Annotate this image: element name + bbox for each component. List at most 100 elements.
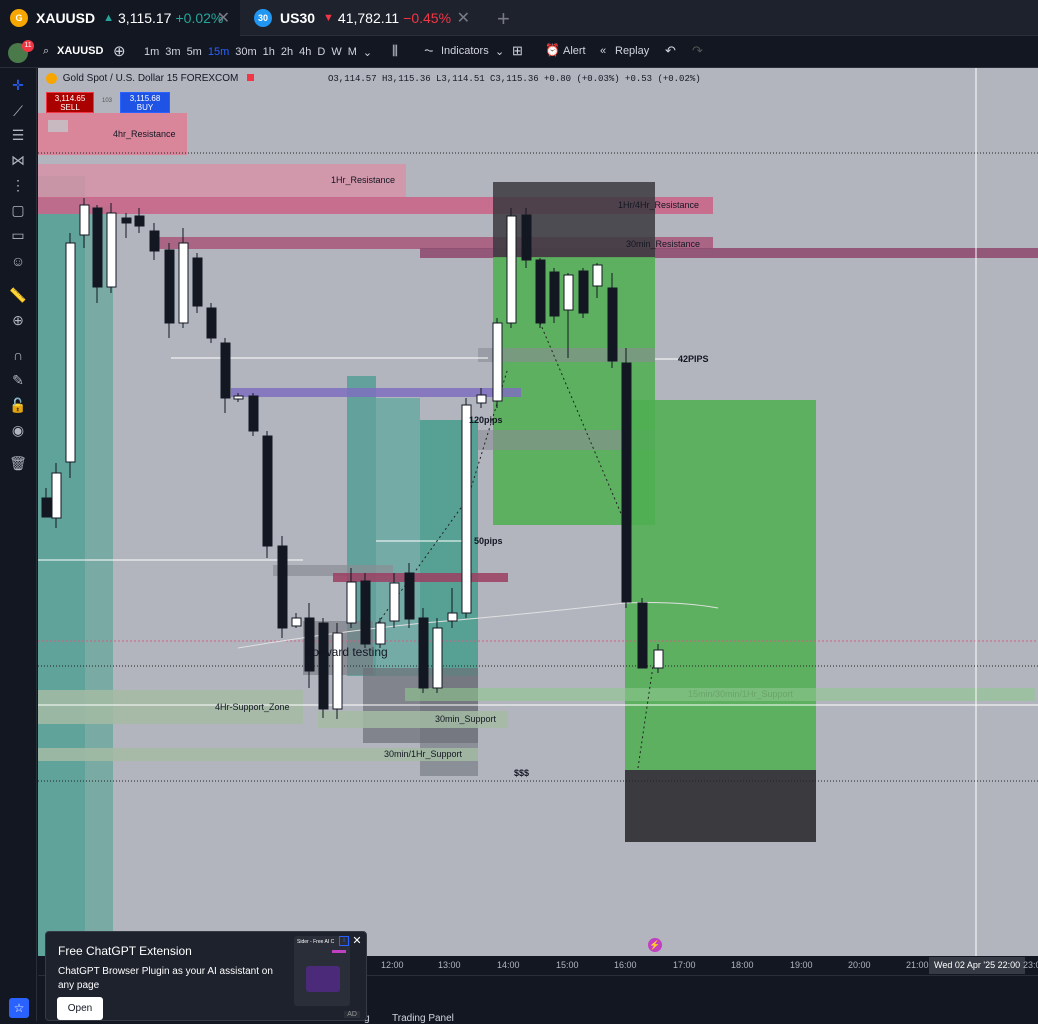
spread-value: 103 xyxy=(102,98,113,104)
forecast-icon[interactable]: ⋮ xyxy=(9,176,27,194)
interval-m[interactable]: M xyxy=(348,46,357,59)
zoom-icon[interactable]: ⊕ xyxy=(9,311,27,329)
tab-price: 41,782.11 xyxy=(337,10,400,26)
label-forward-testing: Forward testing xyxy=(305,645,388,659)
candle-body xyxy=(318,622,329,710)
candle-body xyxy=(375,622,386,645)
lightning-icon[interactable]: ⚡ xyxy=(648,938,662,952)
candle-body xyxy=(653,649,664,669)
fib-icon[interactable]: ☰ xyxy=(9,126,27,144)
compare-icon[interactable]: ⊕ xyxy=(113,42,126,60)
label-50pips: 50pips xyxy=(474,536,503,546)
replay-button[interactable]: Replay xyxy=(615,45,649,57)
trend-line-icon[interactable]: ⟋ xyxy=(9,102,27,120)
redo-icon[interactable]: ↷ xyxy=(692,43,703,59)
label-30min-support: 30min_Support xyxy=(435,714,497,724)
candle-type-icon[interactable]: ⫼ xyxy=(392,43,398,59)
crosshair-time-label: Wed 02 Apr '25 22:00 xyxy=(929,957,1026,974)
chart-area[interactable]: Gold Spot / U.S. Dollar 15 FOREXCOM O3,1… xyxy=(38,68,1038,956)
alert-icon[interactable]: ⏰ xyxy=(545,43,560,57)
ad-image-accent xyxy=(332,950,346,953)
zone-maroon xyxy=(333,573,508,582)
shapes-icon[interactable]: ▢ xyxy=(9,201,27,219)
indicators-icon[interactable]: ⏦ xyxy=(424,43,434,58)
alert-button[interactable]: Alert xyxy=(563,45,586,57)
interval-30m[interactable]: 30m xyxy=(235,46,256,59)
ad-image[interactable]: Sider - Free AI C xyxy=(294,936,350,1006)
time-label: 20:00 xyxy=(848,960,871,970)
ad-image-graphic xyxy=(306,966,340,992)
trash-icon[interactable]: 🗑 xyxy=(9,454,27,472)
label-4hr-support: 4Hr-Support_Zone xyxy=(215,702,290,712)
magnet-icon[interactable]: ∩ xyxy=(9,346,27,364)
interval-15m[interactable]: 15m xyxy=(208,46,229,59)
zone-tag xyxy=(48,120,68,132)
symbol-search[interactable]: XAUUSD xyxy=(57,45,103,57)
replay-icon[interactable]: « xyxy=(600,45,606,57)
candle-body xyxy=(563,274,574,311)
interval-2h[interactable]: 2h xyxy=(281,46,293,59)
chevron-down-icon[interactable]: ⌄ xyxy=(363,46,372,59)
buy-button[interactable]: 3,115.68 BUY xyxy=(120,92,170,113)
time-label: 15:00 xyxy=(556,960,579,970)
text-icon[interactable]: ▭ xyxy=(9,226,27,244)
crosshair-icon[interactable]: ✛ xyxy=(9,76,27,94)
close-icon[interactable]: ✕ xyxy=(351,935,363,947)
interval-3m[interactable]: 3m xyxy=(165,46,180,59)
emoji-icon[interactable]: ☺ xyxy=(9,252,27,270)
label-1hr4hr-resistance: 1Hr/4Hr_Resistance xyxy=(618,200,700,210)
interval-4h[interactable]: 4h xyxy=(299,46,311,59)
candle-body xyxy=(41,497,52,518)
candle-body xyxy=(360,580,371,645)
time-label: 21:00 xyxy=(906,960,929,970)
candle-body xyxy=(476,394,487,404)
grey-box-1 xyxy=(478,348,655,362)
candle-body xyxy=(164,249,175,324)
candle-body xyxy=(178,242,189,324)
candle-body xyxy=(291,617,302,627)
candle-body xyxy=(637,602,648,669)
candle-body xyxy=(248,395,259,432)
tab-arrow: ▼ xyxy=(323,12,334,24)
label-120pips: 120pips xyxy=(469,415,503,425)
indicators-button[interactable]: Indicators xyxy=(441,45,489,57)
star-icon[interactable]: ☆ xyxy=(9,998,29,1018)
ad-open-button[interactable]: Open xyxy=(57,997,103,1020)
chart-canvas[interactable] xyxy=(38,68,1038,956)
interval-d[interactable]: D xyxy=(317,46,325,59)
templates-icon[interactable]: ⊞ xyxy=(512,43,523,59)
chevron-down-icon[interactable]: ⌄ xyxy=(495,45,504,58)
trading-panel-tab[interactable]: Trading Panel xyxy=(392,1013,454,1024)
eye-icon[interactable]: ◉ xyxy=(9,421,27,439)
candle-body xyxy=(506,215,517,324)
ad-info-icon[interactable]: i xyxy=(339,936,349,946)
close-tab-icon[interactable]: ✕ xyxy=(217,8,230,28)
sell-button[interactable]: 3,114.65 SELL xyxy=(46,92,94,113)
tab-xauusd[interactable]: G XAUUSD ▲ 3,115.17 +0.02% ✕ xyxy=(0,0,240,36)
interval-w[interactable]: W xyxy=(331,46,341,59)
candle-body xyxy=(121,217,132,224)
ad-title: Free ChatGPT Extension xyxy=(58,944,192,958)
top-toolbar: 11 ⌕ XAUUSD ⊕ 1m 3m 5m 15m 30m 1h 2h 4h … xyxy=(0,37,1038,68)
interval-1m[interactable]: 1m xyxy=(144,46,159,59)
candle-body xyxy=(262,435,273,547)
label-1hr-resistance: 1Hr_Resistance xyxy=(331,175,396,185)
candle-body xyxy=(233,395,244,400)
search-icon[interactable]: ⌕ xyxy=(43,45,49,58)
candle-body xyxy=(492,322,503,402)
undo-icon[interactable]: ↶ xyxy=(665,43,676,59)
candle-body xyxy=(106,212,117,288)
tab-us30[interactable]: 30 US30 ▼ 41,782.11 −0.45% ✕ xyxy=(246,0,480,36)
candle-body xyxy=(621,362,632,603)
pattern-icon[interactable]: ⋈ xyxy=(9,151,27,169)
ad-tag: AD xyxy=(344,1011,360,1018)
draw-lock-icon[interactable]: ✎ xyxy=(9,371,27,389)
tab-change: −0.45% xyxy=(403,10,452,26)
lock-icon[interactable]: 🔓 xyxy=(9,396,27,414)
new-tab-icon[interactable]: + xyxy=(497,6,510,32)
ruler-icon[interactable]: 📏 xyxy=(9,286,27,304)
interval-5m[interactable]: 5m xyxy=(187,46,202,59)
ad-popup: Free ChatGPT Extension ChatGPT Browser P… xyxy=(45,931,367,1021)
close-tab-icon[interactable]: ✕ xyxy=(457,8,470,28)
interval-1h[interactable]: 1h xyxy=(263,46,275,59)
